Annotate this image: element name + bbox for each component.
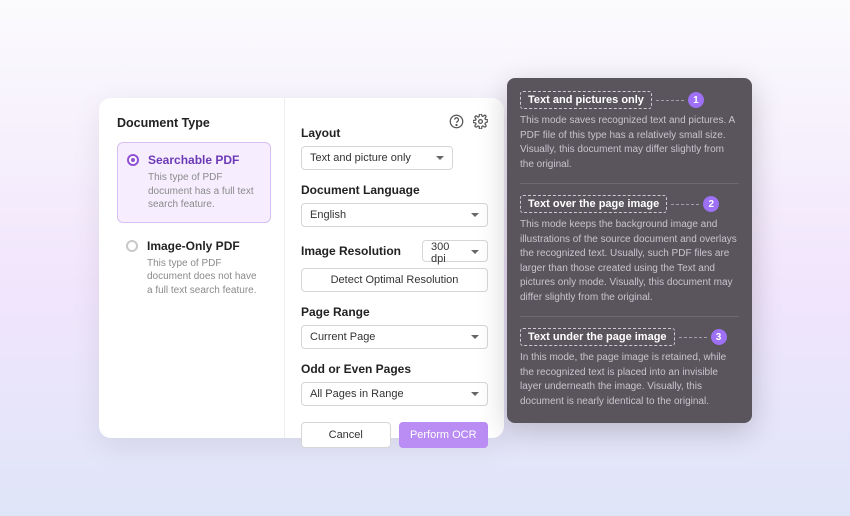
imgres-select[interactable]: 300 dpi	[422, 240, 488, 262]
doclang-select[interactable]: English	[301, 203, 488, 227]
doctype-desc: This type of PDF document has a full tex…	[148, 171, 260, 212]
cancel-button[interactable]: Cancel	[301, 422, 391, 448]
layout-tooltip: Text and pictures only 1 This mode saves…	[507, 78, 752, 423]
doctype-label: Searchable PDF	[148, 153, 260, 167]
marker-line	[679, 337, 707, 338]
marker-badge: 1	[688, 92, 704, 108]
help-icon[interactable]	[448, 113, 464, 129]
oddeven-label: Odd or Even Pages	[301, 362, 488, 376]
pagerange-select[interactable]: Current Page	[301, 325, 488, 349]
detect-resolution-button[interactable]: Detect Optimal Resolution	[301, 268, 488, 292]
layout-select[interactable]: Text and picture only	[301, 146, 453, 170]
doctype-desc: This type of PDF document does not have …	[147, 257, 261, 298]
tooltip-item: Text and pictures only 1 This mode saves…	[520, 90, 739, 184]
document-type-pane: Document Type Searchable PDF This type o…	[99, 98, 285, 438]
doctype-label: Image-Only PDF	[147, 239, 261, 253]
radio-icon	[126, 240, 138, 252]
gear-icon[interactable]	[472, 113, 488, 129]
oddeven-select[interactable]: All Pages in Range	[301, 382, 488, 406]
document-type-title: Document Type	[117, 116, 271, 130]
tooltip-title: Text over the page image	[520, 195, 667, 213]
marker-badge: 3	[711, 329, 727, 345]
tooltip-body: This mode saves recognized text and pict…	[520, 114, 739, 172]
doclang-label: Document Language	[301, 183, 488, 197]
tooltip-item: Text over the page image 2 This mode kee…	[520, 194, 739, 317]
doctype-image-only-pdf[interactable]: Image-Only PDF This type of PDF document…	[117, 229, 271, 308]
marker-badge: 2	[703, 196, 719, 212]
pagerange-label: Page Range	[301, 305, 488, 319]
ocr-dialog: Document Type Searchable PDF This type o…	[99, 98, 504, 438]
imgres-label: Image Resolution	[301, 244, 401, 258]
doctype-searchable-pdf[interactable]: Searchable PDF This type of PDF document…	[117, 142, 271, 223]
marker-line	[671, 204, 699, 205]
tooltip-title: Text under the page image	[520, 328, 675, 346]
radio-icon	[127, 154, 139, 166]
marker-line	[656, 100, 684, 101]
tooltip-body: This mode keeps the background image and…	[520, 218, 739, 305]
perform-ocr-button[interactable]: Perform OCR	[399, 422, 489, 448]
tooltip-body: In this mode, the page image is retained…	[520, 351, 739, 409]
settings-pane: Layout Text and picture only Document La…	[285, 98, 504, 438]
tooltip-item: Text under the page image 3 In this mode…	[520, 327, 739, 409]
tooltip-title: Text and pictures only	[520, 91, 652, 109]
